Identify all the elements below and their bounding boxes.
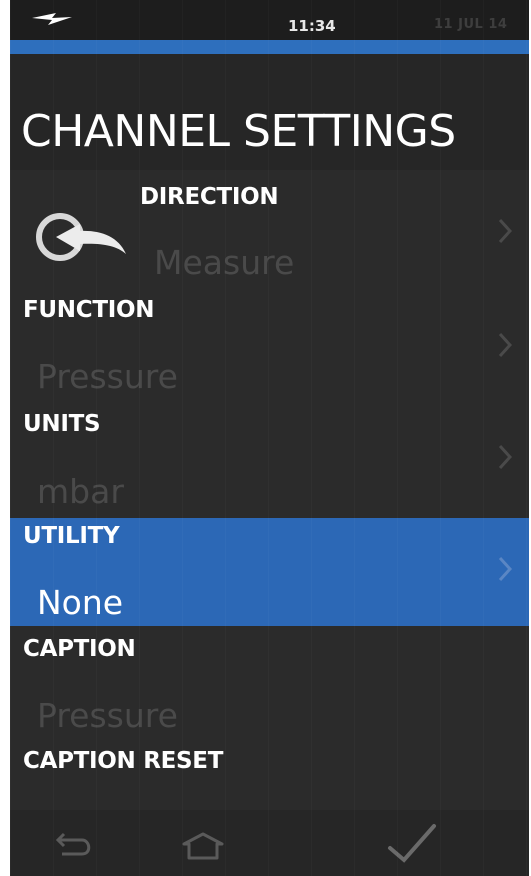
utility-value: None bbox=[37, 583, 124, 622]
direction-value: Measure bbox=[154, 243, 295, 282]
page-title: CHANNEL SETTINGS bbox=[21, 106, 456, 157]
utility-label: UTILITY bbox=[23, 523, 120, 549]
caption-label: CAPTION bbox=[23, 636, 136, 662]
chevron-right-icon bbox=[498, 444, 513, 470]
home-icon[interactable] bbox=[180, 828, 226, 864]
accent-bar bbox=[10, 40, 529, 54]
function-label: FUNCTION bbox=[23, 297, 155, 323]
status-bar: 11:34 11 JUL 14 bbox=[10, 0, 529, 40]
function-value: Pressure bbox=[37, 357, 178, 396]
charging-icon bbox=[32, 13, 72, 25]
device-screen: 11:34 11 JUL 14 CHANNEL SETTINGS DIRECTI… bbox=[10, 0, 529, 876]
units-value: mbar bbox=[37, 472, 124, 511]
direction-label: DIRECTION bbox=[140, 184, 279, 210]
checkmark-icon[interactable] bbox=[382, 820, 440, 866]
chevron-right-icon bbox=[498, 332, 513, 358]
status-date: 11 JUL 14 bbox=[434, 17, 508, 32]
chevron-right-icon bbox=[498, 218, 513, 244]
nav-bar bbox=[10, 810, 529, 876]
return-arrow-icon[interactable] bbox=[48, 828, 96, 864]
caption-reset-label: CAPTION RESET bbox=[23, 748, 224, 774]
chevron-right-icon bbox=[498, 556, 513, 582]
caption-value: Pressure bbox=[37, 696, 178, 735]
back-arrow-icon[interactable] bbox=[30, 200, 134, 272]
status-time: 11:34 bbox=[288, 17, 336, 35]
units-label: UNITS bbox=[23, 411, 101, 437]
